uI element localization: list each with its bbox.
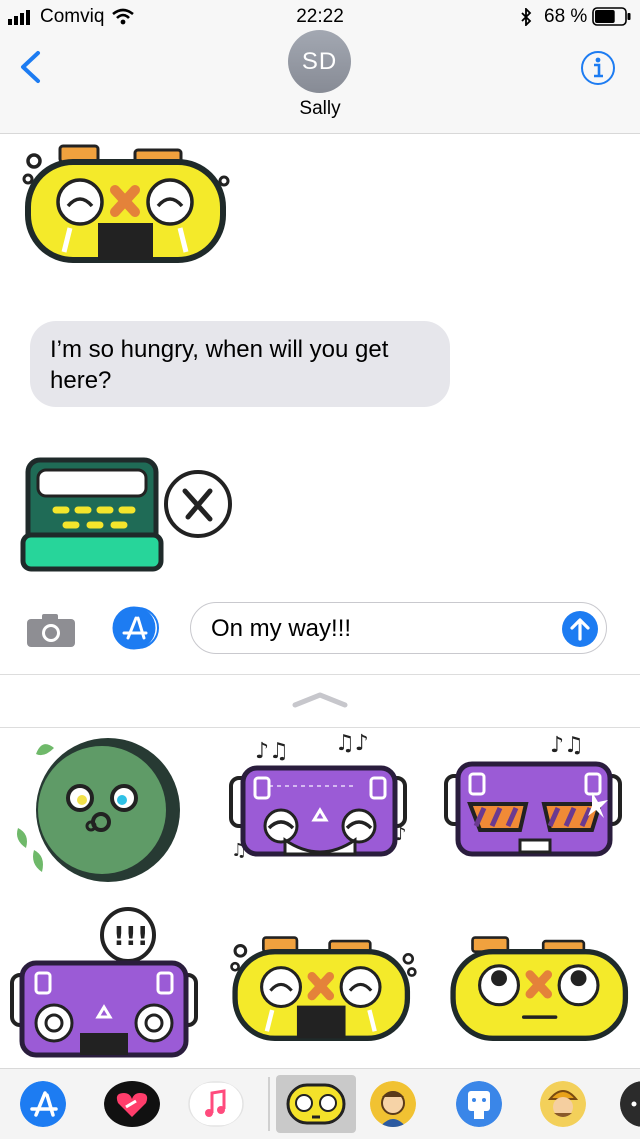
avatar-initials: SD xyxy=(301,47,338,75)
contact-name[interactable]: Sally xyxy=(0,98,640,120)
green-boombox-hungry-sticker[interactable] xyxy=(20,455,235,575)
stickers-app-icon[interactable] xyxy=(286,1081,346,1127)
purple-boombox-music-sticker[interactable]: ♪♫ ♫♪ ♫ ♪ xyxy=(225,730,415,890)
avatar[interactable]: SD xyxy=(288,30,351,93)
purple-boombox-shouting-sticker[interactable]: !!! xyxy=(8,905,198,1065)
svg-text:♪♫: ♪♫ xyxy=(550,733,584,758)
more-apps-icon[interactable] xyxy=(620,1081,640,1127)
bluetooth-icon xyxy=(521,8,532,26)
message-input-text: On my way!!! xyxy=(211,615,352,642)
arrow-up-icon xyxy=(570,618,590,641)
dock-divider xyxy=(268,1077,270,1131)
back-chevron-icon[interactable] xyxy=(18,50,42,84)
info-icon[interactable] xyxy=(580,50,616,86)
svg-text:♫♪: ♫♪ xyxy=(335,731,369,756)
battery-icon xyxy=(592,7,631,26)
message-bubble-incoming[interactable]: I’m so hungry, when will you get here? xyxy=(30,321,450,407)
music-icon[interactable] xyxy=(188,1081,244,1127)
yellow-boombox-crying-sticker-2[interactable] xyxy=(228,925,418,1050)
digital-touch-icon[interactable] xyxy=(104,1081,160,1127)
miner-app-icon[interactable] xyxy=(540,1081,586,1127)
send-button[interactable] xyxy=(562,611,598,647)
yellow-boombox-crying-sticker[interactable] xyxy=(20,140,235,265)
status-bar: Comviq 22:22 68 % xyxy=(0,0,640,34)
app-drawer-dock xyxy=(0,1068,640,1139)
green-speaker-sticker[interactable] xyxy=(8,730,198,890)
robot-app-icon[interactable] xyxy=(456,1081,502,1127)
chevron-up-icon[interactable] xyxy=(292,691,348,709)
camera-icon[interactable] xyxy=(26,612,76,648)
purple-boombox-sunglasses-sticker[interactable]: ♪♫ xyxy=(440,730,630,890)
yellow-boombox-eyes-up-sticker[interactable] xyxy=(446,925,636,1050)
character-app-icon[interactable] xyxy=(370,1081,416,1127)
svg-text:♪♫: ♪♫ xyxy=(255,739,289,764)
drawer-handle-bar[interactable] xyxy=(0,674,640,728)
app-store-icon[interactable] xyxy=(20,1081,66,1127)
battery-percent: 68 % xyxy=(544,6,588,27)
app-store-icon[interactable] xyxy=(108,606,164,650)
message-input[interactable]: On my way!!! xyxy=(190,602,607,654)
svg-text:!!!: !!! xyxy=(113,922,149,952)
